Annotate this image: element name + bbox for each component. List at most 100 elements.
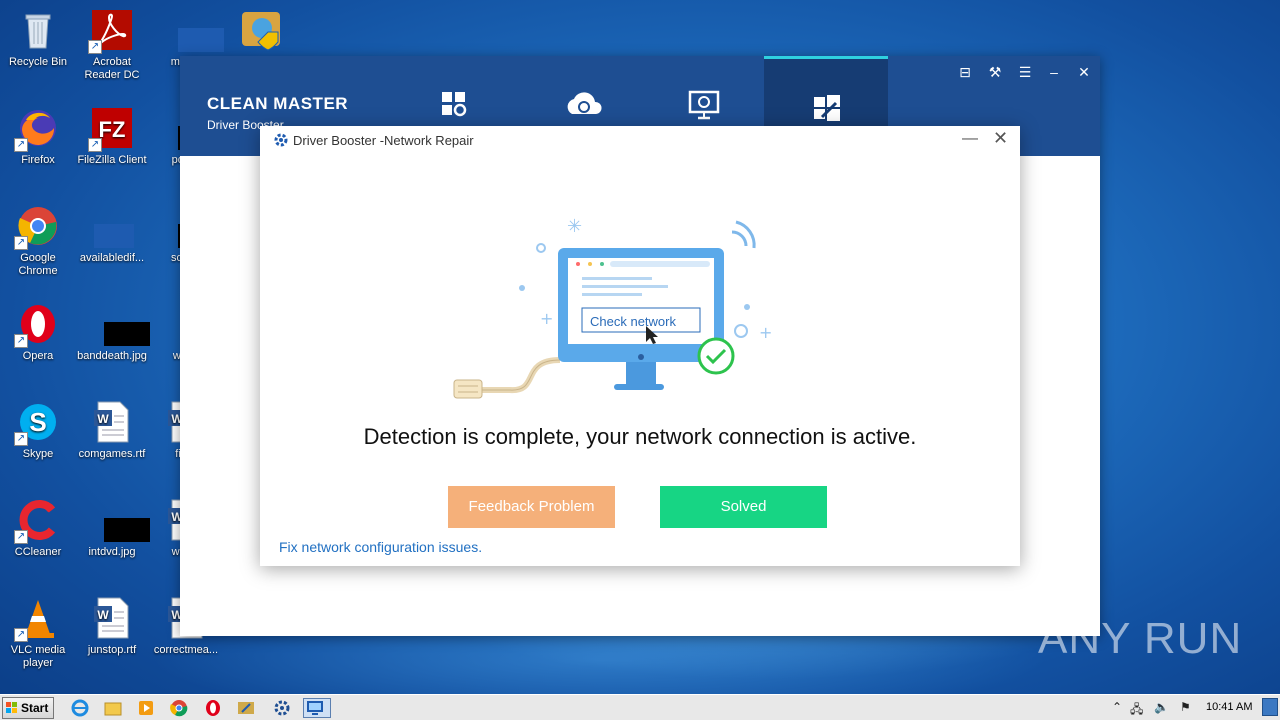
shortcut-arrow-icon: ↗ (14, 432, 28, 446)
start-label: Start (21, 701, 49, 715)
desktop-icon-label: comgames.rtf (78, 448, 146, 460)
taskbar-clock[interactable]: 10:41 AM (1206, 701, 1252, 713)
shortcut-arrow-icon: ↗ (14, 628, 28, 642)
word-document-icon: W (90, 596, 134, 640)
network-repair-dialog: Driver Booster -Network Repair — ✕ + ✳ + (260, 126, 1020, 566)
close-icon[interactable]: ✕ (993, 128, 1008, 149)
svg-text:W: W (97, 412, 109, 426)
solved-button[interactable]: Solved (660, 486, 827, 528)
svg-text:W: W (97, 608, 109, 622)
svg-text:✳: ✳ (567, 216, 582, 237)
tray-expand-icon[interactable]: ⌃ (1112, 700, 1122, 714)
start-button[interactable]: Start (2, 697, 54, 719)
tab-cloud[interactable] (516, 56, 640, 126)
desktop-icon-label: VLC media player (10, 644, 66, 669)
fix-network-link[interactable]: Fix network configuration issues. (279, 539, 482, 555)
desktop-icon-recycle-bin[interactable]: Recycle Bin (0, 8, 76, 69)
desktop-icon-label: Google Chrome (18, 252, 58, 277)
image-file-icon (90, 302, 150, 346)
svg-text:+: + (540, 309, 553, 328)
desktop-icon-ccleaner[interactable]: ↗ CCleaner (0, 498, 76, 559)
desktop-icon-comgames[interactable]: W comgames.rtf (74, 400, 150, 461)
chrome-icon: ↗ (14, 204, 60, 250)
desktop-icon-label: FileZilla Client (77, 154, 147, 166)
recycle-bin-icon (16, 8, 60, 52)
gear-icon[interactable] (272, 698, 294, 718)
shortcut-arrow-icon: ↗ (14, 334, 28, 348)
monitor-search-icon (688, 90, 720, 120)
opera-icon: ↗ (14, 302, 60, 348)
svg-text:+: + (759, 323, 772, 342)
desktop-icon-firefox[interactable]: ↗ Firefox (0, 106, 76, 167)
gear-icon (274, 133, 288, 147)
illustration-check-network-label: Check network (590, 314, 676, 329)
media-player-icon[interactable] (136, 698, 158, 718)
desktop-icon-junstop[interactable]: W junstop.rtf (74, 596, 150, 657)
vlc-cone-icon: ↗ (14, 596, 60, 642)
desktop-icon-banddeath[interactable]: banddeath.jpg (74, 302, 150, 363)
cloud-refresh-icon (567, 92, 602, 114)
tab-windows-repair[interactable] (764, 56, 888, 126)
firefox-icon: ↗ (14, 106, 60, 152)
feedback-icon[interactable]: ⊟ (955, 64, 975, 81)
desktop-icon-label: correctmea... (153, 644, 219, 656)
feedback-problem-button[interactable]: Feedback Problem (448, 486, 615, 528)
desktop-icon-label: availabledif... (79, 252, 145, 264)
file-thumbnail-icon (164, 8, 224, 52)
shortcut-arrow-icon: ↗ (14, 138, 28, 152)
close-icon[interactable]: ✕ (1074, 64, 1094, 81)
file-thumbnail-icon (90, 204, 134, 248)
network-illustration: + ✳ + (453, 216, 772, 399)
taskbar: Start ⌃ 🖧 🔈 ⚑ 10:41 AM (0, 694, 1280, 720)
svg-text:S: S (29, 407, 46, 437)
installer-icon[interactable] (236, 698, 258, 718)
skype-icon: S ↗ (14, 400, 60, 446)
word-document-icon: W (90, 400, 134, 444)
volume-tray-icon[interactable]: 🔈 (1154, 700, 1169, 714)
app-title: CLEAN MASTER (207, 94, 349, 113)
desktop-icon-label: Recycle Bin (8, 56, 68, 68)
network-tray-icon[interactable]: 🖧 (1130, 700, 1143, 720)
anyrun-watermark: ANY RUN (1038, 614, 1243, 663)
desktop-icon-chrome[interactable]: ↗ Google Chrome (0, 204, 76, 278)
opera-icon[interactable] (203, 698, 225, 718)
show-desktop-button[interactable] (1262, 698, 1278, 716)
status-message: Detection is complete, your network conn… (363, 424, 917, 449)
apps-gear-icon (442, 92, 467, 117)
minimize-icon[interactable]: – (1044, 64, 1064, 80)
desktop-icon-label: junstop.rtf (87, 644, 137, 656)
chrome-icon[interactable] (169, 698, 191, 718)
desktop-icon-label: CCleaner (14, 546, 62, 558)
desktop-icon-label: Opera (22, 350, 54, 362)
tools-icon[interactable]: ⚒ (985, 64, 1005, 81)
desktop-icon-label: Acrobat Reader DC (84, 56, 140, 81)
desktop-icon-vlc[interactable]: ↗ VLC media player (0, 596, 76, 670)
shortcut-arrow-icon: ↗ (88, 138, 102, 152)
acrobat-icon: ↗ (88, 8, 134, 54)
filezilla-icon: FZ ↗ (88, 106, 134, 152)
shortcut-arrow-icon: ↗ (88, 40, 102, 54)
desktop-icon-opera[interactable]: ↗ Opera (0, 302, 76, 363)
ie-icon[interactable] (70, 698, 92, 718)
windows-repair-icon (814, 95, 840, 121)
menu-icon[interactable]: ☰ (1015, 64, 1035, 81)
desktop-icon-acrobat[interactable]: ↗ Acrobat Reader DC (74, 8, 150, 82)
desktop-icon-filezilla[interactable]: FZ ↗ FileZilla Client (74, 106, 150, 167)
desktop-icon-skype[interactable]: S ↗ Skype (0, 400, 76, 461)
explorer-icon[interactable] (103, 698, 125, 718)
tab-monitor[interactable] (640, 56, 764, 126)
desktop-icon-label: intdvd.jpg (88, 546, 136, 558)
installer-shield-icon[interactable] (240, 8, 284, 52)
desktop-icon-intdvd[interactable]: intdvd.jpg (74, 498, 150, 559)
tab-apps[interactable] (392, 56, 516, 126)
windows-flag-icon (6, 702, 17, 713)
dialog-title: Driver Booster -Network Repair (293, 133, 474, 148)
svg-text:FZ: FZ (99, 117, 126, 142)
action-center-flag-icon[interactable]: ⚑ (1180, 700, 1191, 714)
desktop-icon-label: Skype (22, 448, 54, 460)
ccleaner-icon: ↗ (14, 498, 60, 544)
desktop-icon-availabledif[interactable]: availabledif... (74, 204, 150, 265)
shortcut-arrow-icon: ↗ (14, 236, 28, 250)
minimize-icon[interactable]: — (962, 130, 978, 148)
driver-booster-taskbar-button[interactable] (303, 698, 331, 718)
